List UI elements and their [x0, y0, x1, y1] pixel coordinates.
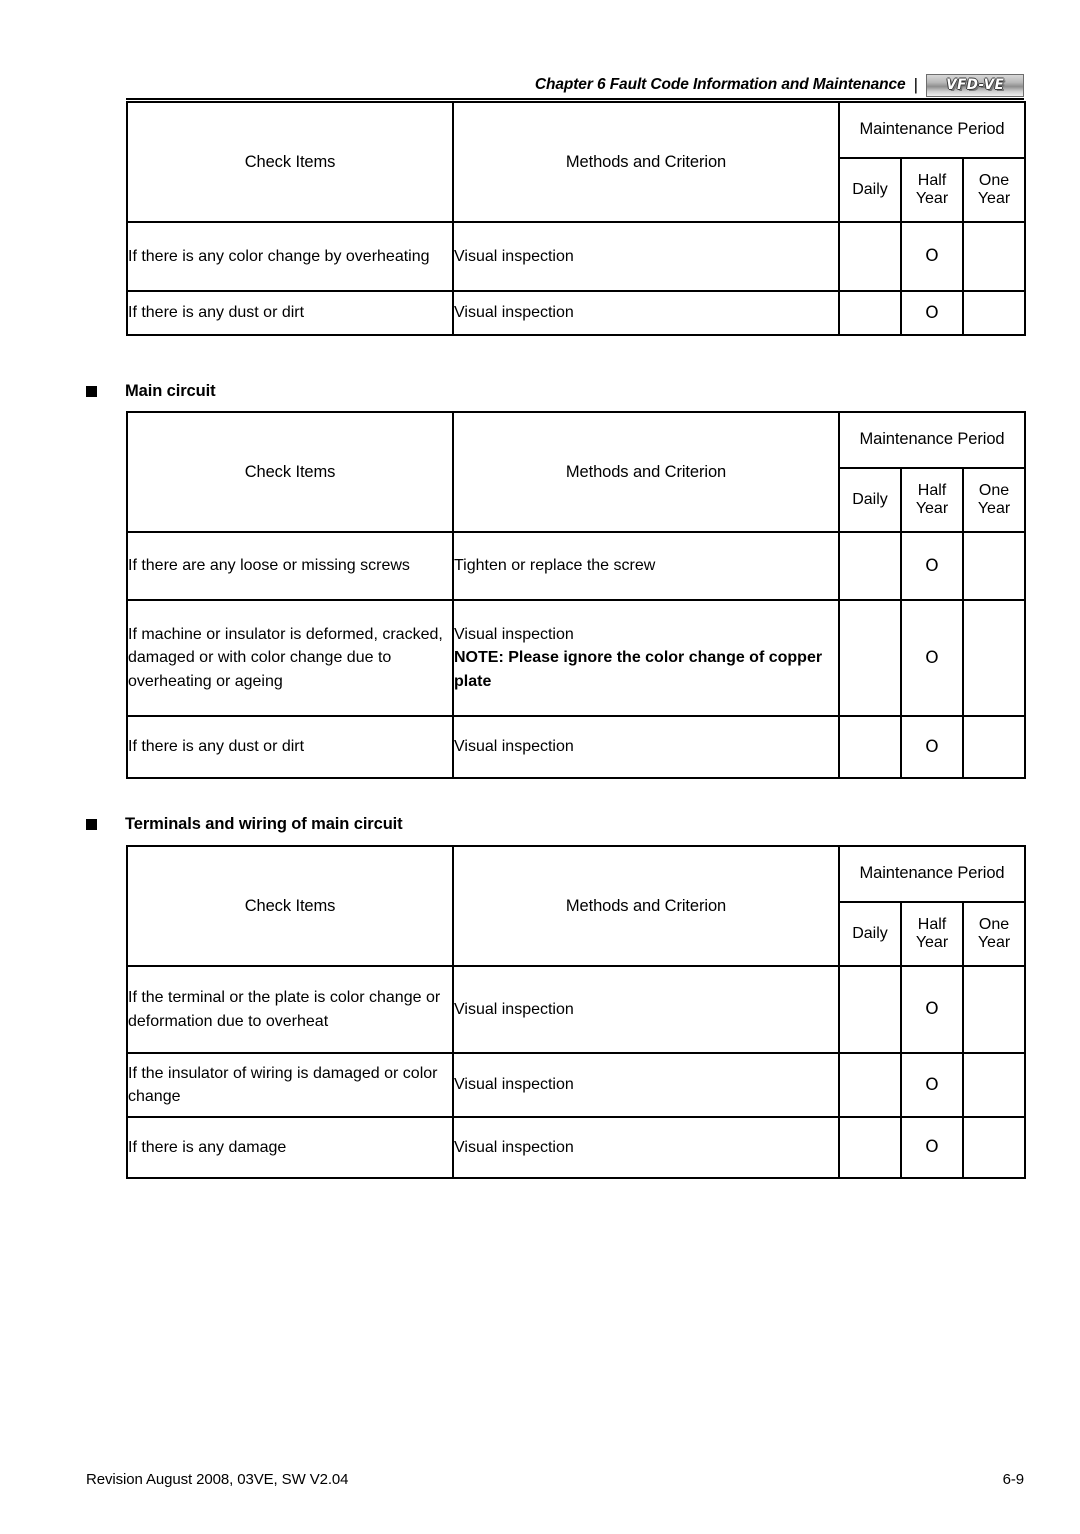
cell-daily — [838, 1116, 902, 1179]
cell-half-year: O — [900, 599, 964, 717]
table-row: If there is any dust or dirt Visual insp… — [126, 290, 1027, 336]
cell-one-year — [961, 221, 1027, 292]
cell-method: Visual inspection — [452, 1052, 840, 1118]
cell-method: Visual inspection — [452, 1116, 840, 1179]
document-page: Chapter 6 Fault Code Information and Mai… — [0, 0, 1080, 1534]
cell-method: Visual inspection — [452, 715, 840, 779]
cell-one-year — [961, 531, 1027, 601]
cell-daily — [838, 1052, 902, 1118]
header-check-items: Check Items — [126, 101, 454, 223]
cell-daily — [838, 290, 902, 336]
cell-check-item: If there is any dust or dirt — [126, 290, 454, 336]
table-row: If there is any dust or dirt Visual insp… — [126, 715, 1027, 779]
cell-one-year — [961, 1116, 1027, 1179]
maintenance-table-3: Check Items Methods and Criterion Mainte… — [126, 845, 1027, 1179]
cell-daily — [838, 531, 902, 601]
table-row: If there is any color change by overheat… — [126, 221, 1027, 292]
table-row: If there is any damage Visual inspection… — [126, 1116, 1027, 1179]
cell-check-item: If there is any damage — [126, 1116, 454, 1179]
section-heading-label: Main circuit — [125, 382, 216, 400]
table-header-row-top: Check Items Methods and Criterion Mainte… — [126, 845, 1027, 967]
header-methods: Methods and Criterion — [452, 845, 840, 967]
page-footer: Revision August 2008, 03VE, SW V2.04 6-9 — [86, 1471, 1024, 1488]
cell-daily — [838, 221, 902, 292]
cell-method: Visual inspection — [452, 965, 840, 1054]
cell-one-year — [961, 290, 1027, 336]
table-row: If there are any loose or missing screws… — [126, 531, 1027, 601]
cell-one-year — [961, 965, 1027, 1054]
cell-half-year: O — [900, 1052, 964, 1118]
header-half-year: Half Year — [900, 901, 964, 967]
header-check-items: Check Items — [126, 845, 454, 967]
bullet-square-icon — [86, 819, 97, 830]
cell-half-year: O — [900, 1116, 964, 1179]
cell-daily — [838, 599, 902, 717]
cell-daily — [838, 965, 902, 1054]
cell-half-year: O — [900, 290, 964, 336]
cell-method: Visual inspection — [452, 290, 840, 336]
header-half-year: Half Year — [900, 157, 964, 223]
header-one-year: One Year — [961, 467, 1027, 533]
cell-check-item: If there is any color change by overheat… — [126, 221, 454, 292]
cell-method-text: Visual inspection — [454, 626, 574, 644]
cell-half-year: O — [900, 965, 964, 1054]
cell-one-year — [961, 1052, 1027, 1118]
header-one-year: One Year — [961, 901, 1027, 967]
table-row: If the terminal or the plate is color ch… — [126, 965, 1027, 1054]
bullet-square-icon — [86, 386, 97, 397]
table-1-header: Check Items Methods and Criterion Mainte… — [126, 101, 1027, 223]
header-methods: Methods and Criterion — [452, 411, 840, 533]
header-separator: | — [913, 75, 918, 94]
cell-daily — [838, 715, 902, 779]
page-header-content: Chapter 6 Fault Code Information and Mai… — [535, 72, 1024, 98]
cell-check-item: If the insulator of wiring is damaged or… — [126, 1052, 454, 1118]
footer-page-number: 6-9 — [1002, 1471, 1024, 1488]
cell-method: Visual inspection NOTE: Please ignore th… — [452, 599, 840, 717]
header-daily: Daily — [838, 467, 902, 533]
header-one-year: One Year — [961, 157, 1027, 223]
section-heading-main-circuit: Main circuit — [86, 382, 216, 401]
vfd-ve-logo-icon: VFD-VE — [926, 73, 1024, 97]
cell-one-year — [961, 715, 1027, 779]
cell-half-year: O — [900, 221, 964, 292]
table-2-body: If there are any loose or missing screws… — [126, 531, 1027, 779]
header-daily: Daily — [838, 157, 902, 223]
cell-check-item: If there are any loose or missing screws — [126, 531, 454, 601]
logo-label: VFD-VE — [945, 77, 1005, 93]
header-maintenance-period: Maintenance Period — [837, 845, 1027, 903]
header-maintenance-period: Maintenance Period — [837, 101, 1027, 159]
section-heading-terminals-wiring: Terminals and wiring of main circuit — [86, 815, 403, 834]
table-3-header: Check Items Methods and Criterion Mainte… — [126, 845, 1027, 967]
table-2-header: Check Items Methods and Criterion Mainte… — [126, 411, 1027, 533]
table-row: If the insulator of wiring is damaged or… — [126, 1052, 1027, 1118]
cell-half-year: O — [900, 531, 964, 601]
cell-half-year: O — [900, 715, 964, 779]
section-heading-label: Terminals and wiring of main circuit — [125, 815, 403, 833]
chapter-title: Chapter 6 Fault Code Information and Mai… — [534, 76, 906, 93]
header-half-year: Half Year — [900, 467, 964, 533]
header-check-items: Check Items — [126, 411, 454, 533]
table-1-body: If there is any color change by overheat… — [126, 221, 1027, 336]
footer-revision: Revision August 2008, 03VE, SW V2.04 — [86, 1471, 349, 1488]
cell-one-year — [961, 599, 1027, 717]
cell-method: Visual inspection — [452, 221, 840, 292]
cell-check-item: If the terminal or the plate is color ch… — [126, 965, 454, 1054]
header-methods: Methods and Criterion — [452, 101, 840, 223]
page-header: Chapter 6 Fault Code Information and Mai… — [126, 72, 1024, 100]
cell-method-note: NOTE: Please ignore the color change of … — [454, 649, 823, 690]
cell-method: Tighten or replace the screw — [452, 531, 840, 601]
header-divider — [126, 98, 1024, 100]
cell-check-item: If there is any dust or dirt — [126, 715, 454, 779]
table-header-row-top: Check Items Methods and Criterion Mainte… — [126, 101, 1027, 223]
maintenance-table-2: Check Items Methods and Criterion Mainte… — [126, 411, 1027, 779]
header-maintenance-period: Maintenance Period — [837, 411, 1027, 469]
table-header-row-top: Check Items Methods and Criterion Mainte… — [126, 411, 1027, 533]
maintenance-table-1: Check Items Methods and Criterion Mainte… — [126, 101, 1027, 336]
table-3-body: If the terminal or the plate is color ch… — [126, 965, 1027, 1179]
cell-check-item: If machine or insulator is deformed, cra… — [126, 599, 454, 717]
header-daily: Daily — [838, 901, 902, 967]
table-row: If machine or insulator is deformed, cra… — [126, 599, 1027, 717]
